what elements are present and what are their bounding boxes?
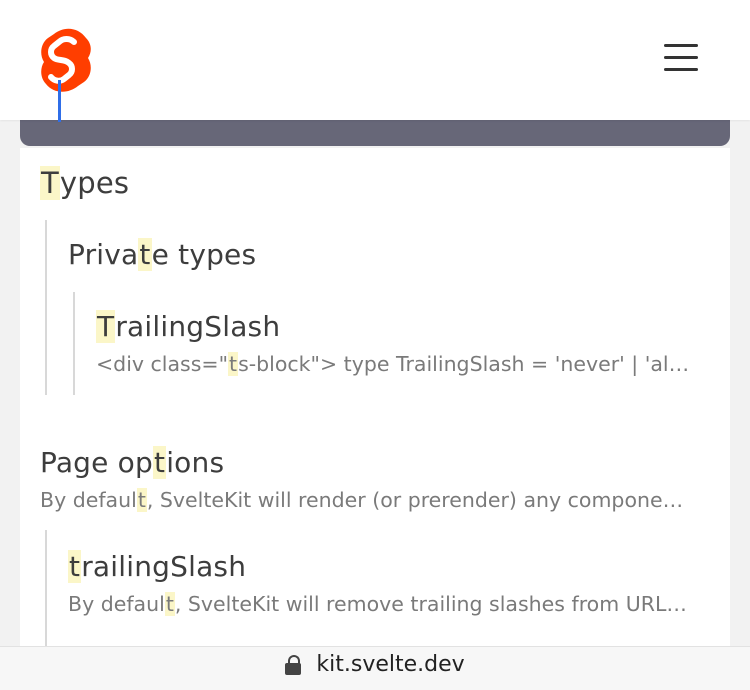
match-highlight: t	[228, 352, 239, 376]
site-header	[0, 0, 750, 120]
result-title[interactable]: Private types	[68, 238, 256, 271]
match-highlight: t	[153, 446, 167, 479]
match-highlight: t	[138, 238, 152, 271]
match-highlight: t	[164, 592, 175, 616]
result-snippet[interactable]: By default, SvelteKit will remove traili…	[68, 592, 708, 616]
menu-bar	[664, 44, 698, 47]
menu-bar	[664, 56, 698, 59]
match-highlight: t	[68, 550, 82, 583]
nesting-line	[73, 292, 75, 395]
search-panel-top	[20, 118, 730, 146]
url-text: kit.svelte.dev	[316, 652, 465, 677]
browser-address-bar[interactable]: kit.svelte.dev	[0, 646, 750, 690]
match-highlight: T	[40, 166, 60, 200]
text-cursor	[58, 80, 61, 122]
result-title[interactable]: Page options	[40, 446, 224, 479]
match-highlight: T	[96, 310, 116, 343]
hamburger-menu-icon[interactable]	[664, 44, 700, 72]
nesting-line	[45, 220, 47, 395]
lock-icon	[285, 654, 302, 676]
url-display[interactable]: kit.svelte.dev	[0, 647, 750, 690]
result-snippet[interactable]: <div class="ts-block"> type TrailingSlas…	[96, 352, 696, 376]
result-title[interactable]: trailingSlash	[68, 550, 246, 583]
result-snippet[interactable]: By default, SvelteKit will render (or pr…	[40, 488, 700, 512]
result-title[interactable]: TrailingSlash	[96, 310, 280, 343]
nesting-line	[45, 530, 47, 646]
match-highlight: t	[136, 488, 147, 512]
search-results: Types Private types TrailingSlash <div c…	[20, 148, 730, 646]
result-title[interactable]: Types	[40, 166, 129, 200]
svelte-logo-icon[interactable]	[38, 28, 94, 92]
menu-bar	[664, 68, 698, 71]
